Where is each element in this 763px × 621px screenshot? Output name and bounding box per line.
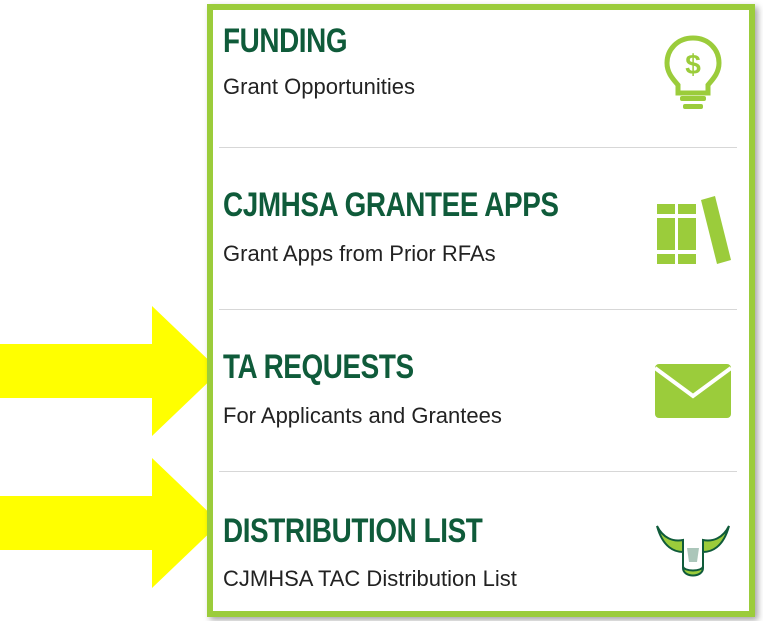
funding-link[interactable]: FUNDING Grant Opportunities $	[219, 10, 737, 147]
books-icon	[653, 190, 733, 270]
quick-links-panel: FUNDING Grant Opportunities $ CJMHSA GRA…	[207, 4, 755, 617]
link-subtitle: CJMHSA TAC Distribution List	[223, 566, 517, 591]
lightbulb-dollar-icon: $	[653, 32, 733, 112]
link-title[interactable]: TA REQUESTS	[223, 348, 414, 387]
yellow-arrow-icon	[0, 458, 230, 588]
envelope-icon	[653, 350, 733, 430]
yellow-arrow-icon	[0, 306, 230, 436]
link-subtitle: Grant Opportunities	[223, 74, 415, 99]
bull-horns-icon	[653, 508, 733, 588]
grantee-apps-link[interactable]: CJMHSA GRANTEE APPS Grant Apps from Prio…	[219, 147, 737, 309]
link-title[interactable]: FUNDING	[223, 22, 348, 61]
ta-requests-link[interactable]: TA REQUESTS For Applicants and Grantees	[219, 309, 737, 471]
link-subtitle: Grant Apps from Prior RFAs	[223, 241, 496, 266]
link-title[interactable]: DISTRIBUTION LIST	[223, 512, 483, 551]
svg-text:$: $	[685, 49, 701, 80]
link-title[interactable]: CJMHSA GRANTEE APPS	[223, 186, 559, 225]
link-subtitle: For Applicants and Grantees	[223, 403, 502, 428]
distribution-list-link[interactable]: DISTRIBUTION LIST CJMHSA TAC Distributio…	[219, 471, 737, 617]
